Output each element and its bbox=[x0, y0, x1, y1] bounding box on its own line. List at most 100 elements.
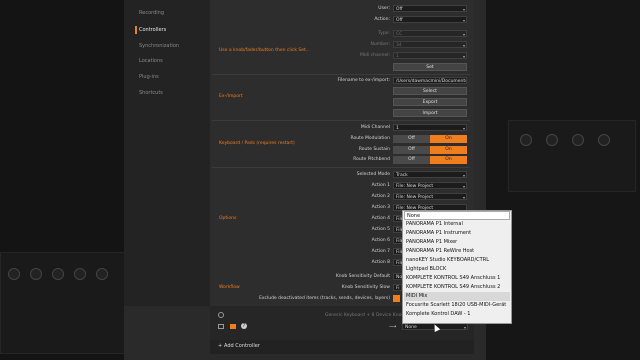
help-icon[interactable]: ? bbox=[241, 323, 247, 329]
user-select[interactable]: Off ▾ bbox=[393, 5, 467, 12]
sidebar-item-locations[interactable]: Locations bbox=[139, 58, 163, 64]
action-select[interactable]: Off ▾ bbox=[393, 16, 467, 23]
number-label: Number: bbox=[370, 42, 390, 47]
background-knob-icon bbox=[30, 268, 42, 280]
chevron-down-icon: ▾ bbox=[463, 325, 466, 330]
select-file-button[interactable]: Select bbox=[393, 87, 467, 95]
sidebar-item-plugins[interactable]: Plug-ins bbox=[139, 74, 159, 80]
route-pitchbend-label: Route Pitchbend bbox=[353, 157, 390, 162]
dropdown-item[interactable]: PANORAMA P1 Internal bbox=[404, 220, 510, 229]
dropdown-item[interactable]: PANORAMA P1 Mixer bbox=[404, 238, 510, 247]
action-label: Action: bbox=[374, 17, 390, 22]
background-knob-icon bbox=[52, 268, 64, 280]
midi-channel-select[interactable]: 1 ▾ bbox=[393, 124, 467, 131]
import-button[interactable]: Import bbox=[393, 109, 467, 117]
chevron-down-icon: ▾ bbox=[462, 126, 465, 131]
action-7-select[interactable]: File bbox=[393, 248, 404, 255]
action-3-label: Action 3 bbox=[371, 205, 390, 210]
route-modulation-off-toggle[interactable]: Off bbox=[393, 135, 430, 143]
midi-output-arrow-icon: ⟶ bbox=[389, 324, 397, 330]
controller-name-text: Generic Keyboard + 8 Device Knob bbox=[325, 313, 405, 318]
background-knob-icon bbox=[572, 134, 584, 146]
divider bbox=[212, 167, 470, 168]
chevron-down-icon: ▾ bbox=[462, 184, 465, 189]
background-knob-icon bbox=[8, 268, 20, 280]
chevron-down-icon: ▾ bbox=[462, 54, 465, 59]
dropdown-item[interactable]: KOMPLETE KONTROL S49 Anschluss 2 bbox=[404, 283, 510, 292]
route-modulation-on-toggle[interactable]: On bbox=[430, 135, 467, 143]
route-sustain-label: Route Sustain bbox=[358, 147, 390, 152]
dropdown-item-none[interactable]: None bbox=[404, 211, 510, 220]
knob-sensitivity-slow-label: Knob Sensitivity Slow bbox=[341, 285, 390, 290]
route-sustain-off-toggle[interactable]: Off bbox=[393, 146, 430, 154]
divider bbox=[212, 74, 470, 75]
chevron-down-icon: ▾ bbox=[462, 43, 465, 48]
action-4-select[interactable]: File bbox=[393, 215, 404, 222]
route-modulation-label: Route Modulation bbox=[350, 136, 390, 141]
filename-field[interactable]: /Users/dawmacmini/Documents/ bbox=[393, 77, 467, 84]
sidebar-item-controllers[interactable]: Controllers bbox=[139, 27, 166, 33]
background-device-panel bbox=[0, 252, 126, 354]
knob-sensitivity-default-select[interactable]: No bbox=[393, 273, 402, 280]
background-knob-icon bbox=[74, 268, 86, 280]
sidebar-item-recording[interactable]: Recording bbox=[139, 10, 164, 16]
keyboard-icon[interactable] bbox=[218, 324, 224, 329]
type-select: CC ▾ bbox=[393, 30, 467, 37]
chevron-down-icon: ▾ bbox=[462, 18, 465, 23]
export-button[interactable]: Export bbox=[393, 98, 467, 106]
chevron-down-icon: ▾ bbox=[462, 173, 465, 178]
workflow-section-title: Workflow bbox=[219, 285, 240, 290]
dropdown-item[interactable]: KOMPLETE KONTROL S49 Anschluss 1 bbox=[404, 274, 510, 283]
action-8-select[interactable]: File bbox=[393, 259, 404, 266]
action-6-label: Action 6 bbox=[371, 238, 390, 243]
action-2-select[interactable]: File: New Project ▾ bbox=[393, 193, 467, 200]
knob-sensitivity-slow-select[interactable]: Fi bbox=[393, 284, 402, 291]
dropdown-item[interactable]: nanoKEY Studio KEYBOARD/CTRL bbox=[404, 256, 510, 265]
dropdown-item-selected[interactable]: MIDI Mix bbox=[404, 292, 510, 301]
route-pitchbend-off-toggle[interactable]: Off bbox=[393, 156, 430, 164]
sidebar-item-synchronization[interactable]: Synchronization bbox=[139, 43, 179, 49]
chevron-down-icon: ▾ bbox=[462, 7, 465, 12]
background-knob-icon bbox=[598, 134, 610, 146]
exclude-deactivated-checkbox[interactable] bbox=[393, 295, 400, 302]
keyboard-section-title: Keyboard / Pads (requires restart) bbox=[219, 141, 295, 146]
route-pitchbend-on-toggle[interactable]: On bbox=[430, 156, 467, 164]
midi-channel-label: Midi Channel bbox=[360, 125, 390, 130]
dropdown-item[interactable]: Lightpad BLOCK bbox=[404, 265, 510, 274]
chevron-down-icon: ▾ bbox=[462, 195, 465, 200]
sidebar-item-shortcuts[interactable]: Shortcuts bbox=[139, 90, 163, 96]
action-2-label: Action 2 bbox=[371, 194, 390, 199]
midi-channel-learn-label: Midi channel: bbox=[360, 53, 390, 58]
set-button[interactable]: Set bbox=[393, 63, 467, 71]
number-select: 34 ▾ bbox=[393, 41, 467, 48]
exclude-deactivated-label: Exclude deactivated items (tracks, sends… bbox=[259, 296, 390, 301]
dropdown-item[interactable]: PANORAMA P1 ReWire Host bbox=[404, 247, 510, 256]
selected-mode-select[interactable]: Track ▾ bbox=[393, 171, 467, 178]
action-5-label: Action 5 bbox=[371, 227, 390, 232]
background-knob-icon bbox=[546, 134, 558, 146]
selected-mode-label: Selected Mode bbox=[356, 172, 390, 177]
midi-message-icon[interactable] bbox=[230, 324, 236, 329]
action-5-select[interactable]: File bbox=[393, 226, 404, 233]
route-sustain-on-toggle[interactable]: On bbox=[430, 146, 467, 154]
type-label: Type: bbox=[378, 31, 390, 36]
divider bbox=[212, 120, 470, 121]
action-1-select[interactable]: File: New Project ▾ bbox=[393, 182, 467, 189]
dropdown-item[interactable]: Komplete Kontrol DAW - 1 bbox=[404, 310, 510, 319]
action-7-label: Action 7 bbox=[371, 249, 390, 254]
user-label: User: bbox=[378, 6, 390, 11]
add-controller-button[interactable]: Add Controller bbox=[224, 343, 260, 349]
background-knob-icon bbox=[520, 134, 532, 146]
background-app-left bbox=[0, 0, 126, 360]
dropdown-item[interactable]: Focusrite Scarlett 18i20 USB-MIDI-Gerät bbox=[404, 301, 510, 310]
action-8-label: Action 8 bbox=[371, 260, 390, 265]
action-6-select[interactable]: File bbox=[393, 237, 404, 244]
chevron-down-icon: ▾ bbox=[462, 32, 465, 37]
background-knob-icon bbox=[96, 268, 108, 280]
add-icon[interactable]: + bbox=[218, 343, 222, 349]
sidebar-active-indicator bbox=[135, 26, 137, 34]
background-device-panel bbox=[508, 120, 636, 192]
filename-label: Filename to ex-/import: bbox=[337, 78, 390, 83]
power-icon[interactable] bbox=[218, 312, 224, 318]
dropdown-item[interactable]: PANORAMA P1 Instrument bbox=[404, 229, 510, 238]
